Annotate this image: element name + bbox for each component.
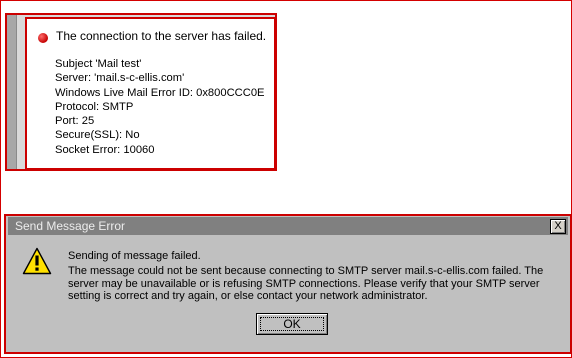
send-message-error-dialog: Send Message Error X Sending of message …: [4, 214, 572, 354]
message-heading: Sending of message failed.: [68, 250, 201, 262]
detail-protocol: Protocol: SMTP: [55, 100, 134, 113]
connection-error-panel: The connection to the server has failed.…: [5, 13, 277, 171]
detail-server: Server: 'mail.s-c-ellis.com': [55, 72, 185, 85]
detail-port: Port: 25: [55, 115, 95, 128]
close-button[interactable]: X: [550, 219, 566, 234]
detail-socket-error: Socket Error: 10060: [55, 143, 155, 156]
dialog-title: Send Message Error: [15, 219, 126, 233]
detail-secure: Secure(SSL): No: [55, 129, 140, 142]
warning-icon: [22, 247, 52, 275]
dialog-titlebar[interactable]: Send Message Error X: [8, 217, 568, 235]
error-status-icon: [38, 33, 48, 43]
message-body: The message could not be sent because co…: [68, 264, 544, 303]
ok-button[interactable]: OK: [256, 313, 328, 335]
error-details-box: The connection to the server has failed.…: [25, 17, 276, 170]
connection-failed-headline: The connection to the server has failed.: [56, 29, 267, 43]
error-details-list: Subject 'Mail test' Server: 'mail.s-c-el…: [55, 57, 265, 157]
close-icon: X: [554, 220, 562, 232]
ok-button-label: OK: [283, 317, 301, 331]
detail-subject: Subject 'Mail test': [55, 58, 142, 70]
dialog-message: Sending of message failed. The message c…: [68, 250, 548, 303]
panel-side-strip: [7, 15, 17, 169]
detail-error-id: Windows Live Mail Error ID: 0x800CCC0E: [55, 86, 265, 99]
